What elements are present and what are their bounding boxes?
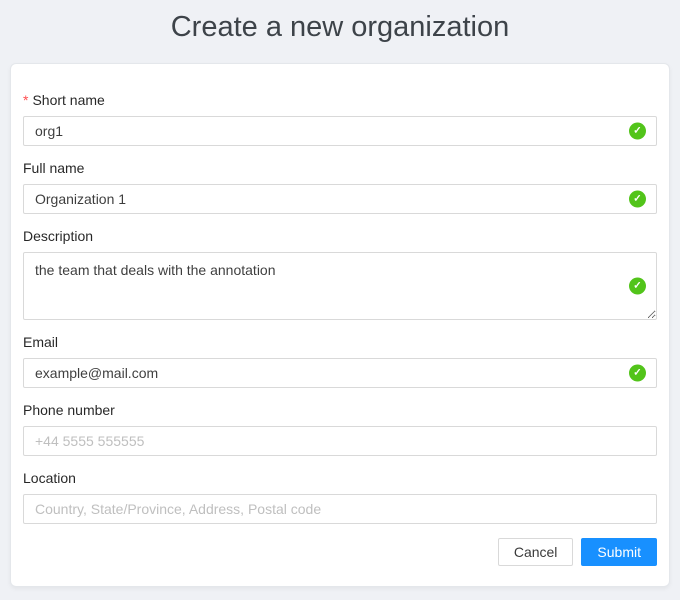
short-name-input[interactable] bbox=[23, 116, 657, 146]
cancel-button[interactable]: Cancel bbox=[498, 538, 574, 566]
field-control bbox=[23, 494, 657, 524]
organization-form-card: *Short name ✓ *Full name ✓ *Description … bbox=[10, 63, 670, 587]
form-field-location: *Location bbox=[23, 470, 657, 524]
field-label: *Phone number bbox=[23, 402, 657, 418]
form-field-email: *Email ✓ bbox=[23, 334, 657, 388]
field-control: the team that deals with the annotation … bbox=[23, 252, 657, 320]
field-label: *Description bbox=[23, 228, 657, 244]
form-field-short-name: *Short name ✓ bbox=[23, 92, 657, 146]
phone-number-input[interactable] bbox=[23, 426, 657, 456]
required-asterisk: * bbox=[23, 92, 28, 108]
full-name-input[interactable] bbox=[23, 184, 657, 214]
create-organization-form: *Short name ✓ *Full name ✓ *Description … bbox=[23, 92, 657, 524]
create-organization-page: Create a new organization *Short name ✓ … bbox=[0, 0, 680, 587]
form-field-phone-number: *Phone number bbox=[23, 402, 657, 456]
field-label: *Location bbox=[23, 470, 657, 486]
location-input[interactable] bbox=[23, 494, 657, 524]
field-label-text: Description bbox=[23, 228, 93, 244]
submit-button[interactable]: Submit bbox=[581, 538, 657, 566]
field-label-text: Full name bbox=[23, 160, 84, 176]
field-label: *Full name bbox=[23, 160, 657, 176]
page-title: Create a new organization bbox=[0, 0, 680, 48]
field-label: *Short name bbox=[23, 92, 657, 108]
description-textarea[interactable]: the team that deals with the annotation bbox=[23, 252, 657, 320]
field-control: ✓ bbox=[23, 184, 657, 214]
field-label: *Email bbox=[23, 334, 657, 350]
field-label-text: Email bbox=[23, 334, 58, 350]
field-control bbox=[23, 426, 657, 456]
field-label-text: Short name bbox=[32, 92, 104, 108]
email-input[interactable] bbox=[23, 358, 657, 388]
field-label-text: Phone number bbox=[23, 402, 115, 418]
form-field-description: *Description the team that deals with th… bbox=[23, 228, 657, 320]
field-control: ✓ bbox=[23, 116, 657, 146]
form-field-full-name: *Full name ✓ bbox=[23, 160, 657, 214]
form-actions: Cancel Submit bbox=[23, 538, 657, 566]
field-control: ✓ bbox=[23, 358, 657, 388]
field-label-text: Location bbox=[23, 470, 76, 486]
